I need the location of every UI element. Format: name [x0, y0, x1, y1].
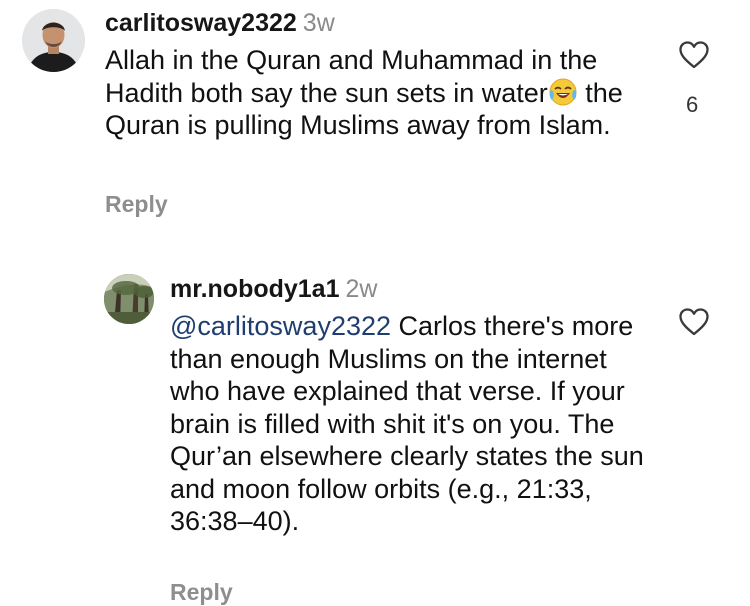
heart-outline-icon[interactable] — [678, 307, 710, 337]
comment-text-part: Carlos there's more than enough Muslims … — [170, 311, 644, 536]
timestamp: 3w — [302, 9, 335, 37]
comment-text-part: Allah in the Quran and Muhammad in the H… — [105, 45, 598, 108]
reply-button[interactable]: Reply — [170, 578, 233, 606]
like-count: 6 — [686, 92, 699, 117]
comment-header: carlitosway2322 3w — [105, 8, 335, 38]
avatar[interactable] — [22, 9, 85, 72]
comment-header: mr.nobody1a1 2w — [170, 274, 377, 304]
comment-text: @carlitosway2322 Carlos there's more tha… — [170, 310, 650, 538]
comment-text: Allah in the Quran and Muhammad in the H… — [105, 44, 645, 142]
face-with-tears-of-joy-icon — [548, 77, 578, 107]
avatar[interactable] — [104, 274, 154, 324]
timestamp: 2w — [345, 275, 378, 303]
username[interactable]: mr.nobody1a1 — [170, 275, 340, 303]
mention-link[interactable]: @carlitosway2322 — [170, 311, 391, 341]
heart-outline-icon[interactable] — [678, 40, 710, 70]
reply-button[interactable]: Reply — [105, 190, 168, 218]
username[interactable]: carlitosway2322 — [105, 9, 297, 37]
